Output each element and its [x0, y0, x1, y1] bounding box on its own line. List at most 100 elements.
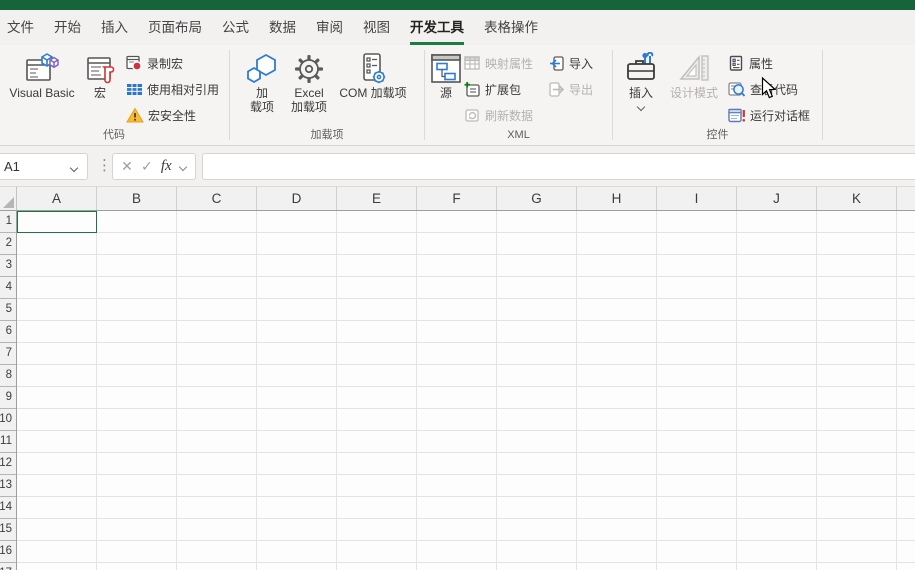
- ribbon-tab-bar: 文件 开始 插入 页面布局 公式 数据 审阅 视图 开发工具 表格操作: [0, 10, 915, 45]
- view-code-icon: [728, 81, 746, 98]
- group-divider: [229, 50, 230, 140]
- run-dialog-icon: [728, 107, 746, 124]
- insert-function-button[interactable]: fx: [161, 158, 172, 175]
- expansion-packs-icon: [464, 81, 481, 98]
- row-header-15[interactable]: 15: [0, 519, 16, 541]
- row-header-9[interactable]: 9: [0, 387, 16, 409]
- import-label: 导入: [569, 57, 594, 71]
- properties-label: 属性: [749, 57, 774, 71]
- insert-control-icon: [624, 51, 658, 87]
- enter-button: ✓: [141, 158, 153, 174]
- fx-chevron-icon[interactable]: [180, 163, 187, 170]
- xml-source-label: 源: [439, 86, 452, 100]
- excel-addins-button[interactable]: Excel 加载项: [284, 48, 334, 126]
- refresh-data-label: 刷新数据: [485, 109, 534, 123]
- import-icon: [548, 55, 565, 72]
- column-header-G[interactable]: G: [497, 187, 577, 210]
- row-header-4[interactable]: 4: [0, 277, 16, 299]
- row-header-11[interactable]: 11: [0, 431, 16, 453]
- tab-view[interactable]: 视图: [353, 16, 400, 45]
- xml-source-button[interactable]: 源: [427, 48, 465, 126]
- column-header-E[interactable]: E: [337, 187, 417, 210]
- excel-addins-label: Excel 加载项: [290, 86, 327, 114]
- sheet-grid[interactable]: 1234567891011121314151617: [0, 211, 915, 570]
- macro-security-icon: [126, 107, 144, 124]
- name-box[interactable]: A1: [0, 153, 88, 180]
- insert-control-label: 插入: [628, 86, 653, 100]
- row-header-17[interactable]: 17: [0, 563, 16, 570]
- row-header-10[interactable]: 10: [0, 409, 16, 431]
- design-mode-label: 设计模式: [669, 86, 718, 100]
- tab-formulas[interactable]: 公式: [212, 16, 259, 45]
- row-header-14[interactable]: 14: [0, 497, 16, 519]
- formula-bar-grip-icon[interactable]: ⋮: [97, 154, 112, 178]
- column-header-C[interactable]: C: [177, 187, 257, 210]
- macro-icon: [84, 51, 116, 87]
- visual-basic-button[interactable]: Visual Basic: [6, 48, 78, 126]
- insert-control-button[interactable]: 插入: [618, 48, 664, 126]
- com-addins-label: COM 加载项: [339, 86, 407, 100]
- column-header-row: ABCDEFGHIJK: [0, 187, 915, 211]
- column-header-K[interactable]: K: [817, 187, 897, 210]
- run-dialog-button[interactable]: 查看代码 运行对话框: [728, 104, 810, 127]
- row-header-8[interactable]: 8: [0, 365, 16, 387]
- addins-label: 加载项: [249, 86, 274, 114]
- map-properties-icon: [464, 55, 481, 72]
- addins-button[interactable]: 加载项: [238, 48, 286, 126]
- column-header-A[interactable]: A: [17, 187, 97, 210]
- addins-icon: [245, 51, 279, 87]
- tab-data[interactable]: 数据: [259, 16, 306, 45]
- excel-addins-icon: [292, 51, 326, 87]
- properties-button[interactable]: 属性: [728, 52, 773, 75]
- row-header-5[interactable]: 5: [0, 299, 16, 321]
- cell-area[interactable]: [17, 211, 915, 570]
- visual-basic-label: Visual Basic: [9, 86, 75, 100]
- expansion-packs-button[interactable]: 扩展包: [464, 78, 521, 101]
- import-button[interactable]: 导入: [548, 52, 593, 75]
- record-macro-button[interactable]: 录制宏: [126, 52, 183, 75]
- macro-security-button[interactable]: 宏安全性: [126, 104, 196, 127]
- column-header-D[interactable]: D: [257, 187, 337, 210]
- column-header-H[interactable]: H: [577, 187, 657, 210]
- tab-developer[interactable]: 开发工具: [400, 16, 474, 45]
- row-header-1[interactable]: 1: [0, 211, 16, 233]
- tab-review[interactable]: 审阅: [306, 16, 353, 45]
- macros-button[interactable]: 宏: [80, 48, 120, 126]
- export-button: 导出: [548, 78, 593, 101]
- macros-label: 宏: [93, 86, 106, 100]
- refresh-data-button: 刷新数据: [464, 104, 533, 127]
- row-header-13[interactable]: 13: [0, 475, 16, 497]
- tab-file[interactable]: 文件: [2, 16, 44, 45]
- row-header-6[interactable]: 6: [0, 321, 16, 343]
- column-header-partial[interactable]: [897, 187, 915, 210]
- record-macro-label: 录制宏: [147, 57, 184, 71]
- run-dialog-label: 运行对话框: [750, 109, 811, 123]
- tab-home[interactable]: 开始: [44, 16, 91, 45]
- select-all-button[interactable]: [0, 187, 17, 210]
- row-header-16[interactable]: 16: [0, 541, 16, 563]
- row-header-12[interactable]: 12: [0, 453, 16, 475]
- use-relative-references-label: 使用相对引用: [147, 83, 220, 97]
- formula-input[interactable]: [202, 153, 915, 180]
- tab-page-layout[interactable]: 页面布局: [138, 16, 212, 45]
- tab-insert[interactable]: 插入: [91, 16, 138, 45]
- excel-window: 文件 开始 插入 页面布局 公式 数据 审阅 视图 开发工具 表格操作 Visu…: [0, 0, 915, 570]
- column-header-I[interactable]: I: [657, 187, 737, 210]
- column-header-F[interactable]: F: [417, 187, 497, 210]
- column-header-B[interactable]: B: [97, 187, 177, 210]
- tab-table-operations[interactable]: 表格操作: [474, 16, 548, 45]
- row-header-column: 1234567891011121314151617: [0, 211, 17, 570]
- group-label-addins: 加载项: [310, 129, 344, 141]
- mouse-cursor: [761, 77, 777, 100]
- ribbon-developer: Visual Basic 宏 录制宏 使用相对引用 宏安全性 代码 加 载项 E…: [0, 45, 915, 146]
- use-relative-references-button[interactable]: 使用相对引用: [126, 78, 219, 101]
- insert-dropdown-chevron-icon: [638, 103, 645, 110]
- row-header-3[interactable]: 3: [0, 255, 16, 277]
- column-header-J[interactable]: J: [737, 187, 817, 210]
- row-header-2[interactable]: 2: [0, 233, 16, 255]
- group-divider: [424, 50, 425, 140]
- title-bar: [0, 0, 915, 10]
- row-header-7[interactable]: 7: [0, 343, 16, 365]
- com-addins-button[interactable]: COM 加载项: [332, 48, 414, 126]
- export-label: 导出: [569, 83, 594, 97]
